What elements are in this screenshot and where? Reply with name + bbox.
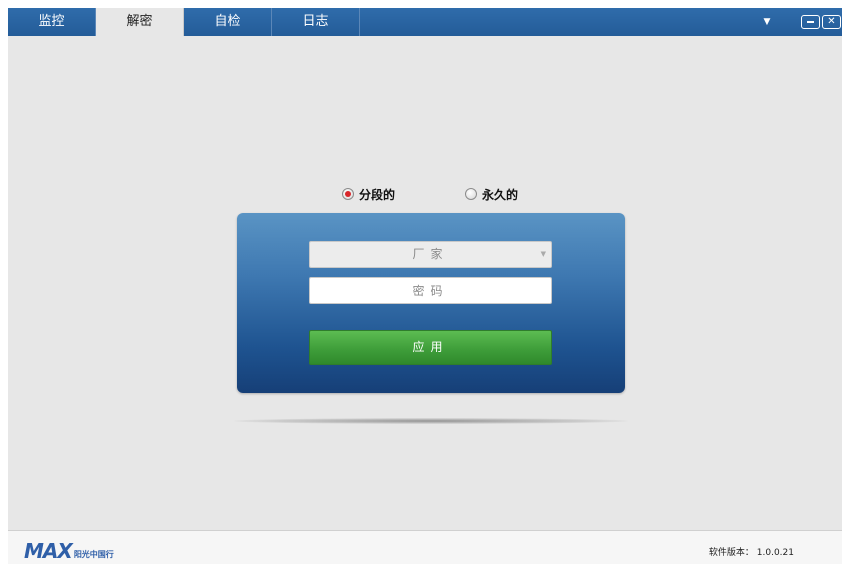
radio-label-segmented: 分段的 — [359, 187, 396, 202]
version-value: 1.0.0.21 — [756, 548, 794, 558]
password-input[interactable] — [309, 277, 552, 304]
logo-subtext: 阳光中国行 — [73, 550, 114, 559]
panel-shadow — [234, 418, 628, 424]
version-label: 软件版本： — [708, 548, 754, 558]
chevron-down-icon: ▼ — [540, 250, 546, 258]
close-button[interactable]: ✕ — [822, 15, 841, 29]
vendor-select[interactable]: 厂家 ▼ — [309, 241, 552, 268]
apply-button[interactable]: 应用 — [309, 330, 552, 365]
status-footer: MAX 阳光中国行 软件版本： 1.0.0.21 — [8, 530, 842, 564]
radio-segmented[interactable]: 分段的 — [342, 186, 395, 202]
tab-decrypt[interactable]: 解密 — [96, 8, 184, 36]
logo-text: MAX — [24, 539, 73, 563]
dropdown-triangle-icon[interactable]: ▼ — [760, 8, 774, 36]
radio-permanent[interactable]: 永久的 — [465, 186, 518, 202]
software-version: 软件版本： 1.0.0.21 — [709, 545, 794, 558]
vendor-select-value: 厂家 — [412, 247, 449, 261]
radio-selected-icon — [342, 188, 354, 200]
radio-unselected-icon — [465, 188, 477, 200]
tab-log[interactable]: 日志 — [272, 8, 360, 36]
minimize-button[interactable] — [801, 15, 820, 29]
radio-label-permanent: 永久的 — [482, 187, 519, 202]
top-nav-bar: 监控 解密 自检 日志 ▼ ✕ — [8, 8, 842, 36]
decrypt-panel: 厂家 ▼ 应用 — [237, 213, 625, 393]
close-icon: ✕ — [827, 16, 836, 27]
brand-logo: MAX 阳光中国行 — [24, 539, 114, 563]
app-window: 监控 解密 自检 日志 ▼ ✕ 分段的 永久的 厂家 ▼ 应用 MAX 阳光中国… — [8, 8, 842, 564]
tab-monitor[interactable]: 监控 — [8, 8, 96, 36]
tab-self-check[interactable]: 自检 — [184, 8, 272, 36]
